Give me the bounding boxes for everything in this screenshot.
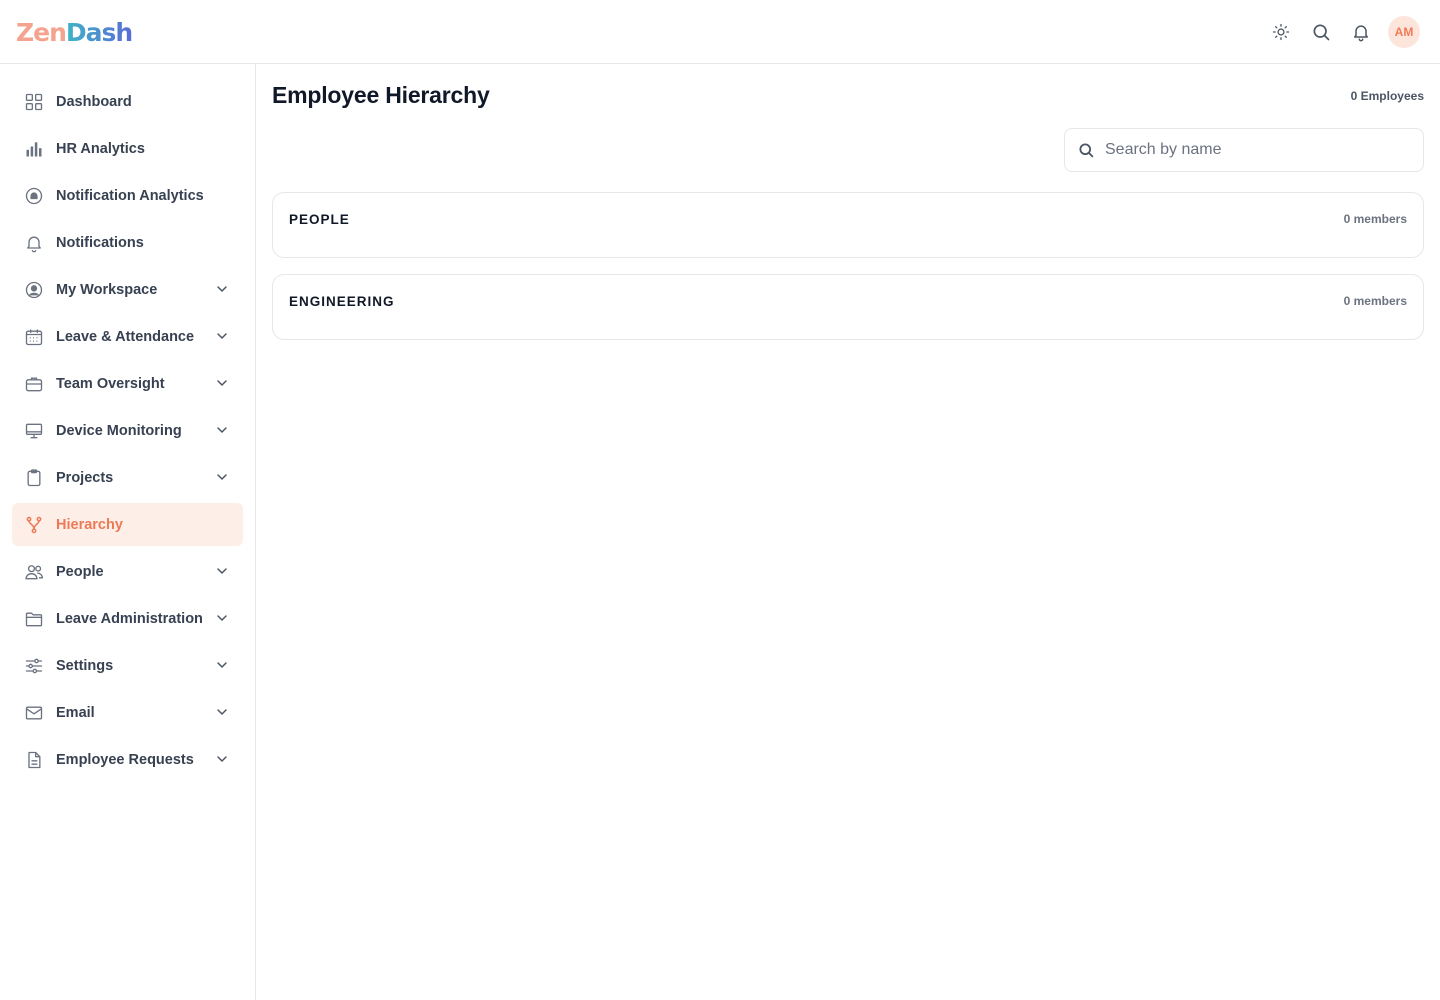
search-input[interactable] bbox=[1105, 141, 1405, 159]
sidebar-item-label: Employee Requests bbox=[56, 751, 194, 768]
document-icon bbox=[24, 750, 44, 770]
top-bar: Zen Dash AM bbox=[0, 0, 1440, 64]
sidebar-item-label: People bbox=[56, 563, 104, 580]
sidebar-item-label: Leave Administration bbox=[56, 610, 203, 627]
user-circle-icon bbox=[24, 280, 44, 300]
group-member-count: 0 members bbox=[1343, 212, 1407, 226]
hierarchy-icon bbox=[24, 515, 44, 535]
chevron-down-icon[interactable] bbox=[213, 562, 231, 580]
sidebar-item-leave-attendance[interactable]: Leave & Attendance bbox=[12, 315, 243, 358]
user-avatar[interactable]: AM bbox=[1388, 16, 1420, 48]
main-content: Employee Hierarchy 0 Employees PEOPLE 0 … bbox=[256, 64, 1440, 1000]
notification-analytics-icon bbox=[24, 186, 44, 206]
chevron-down-icon[interactable] bbox=[213, 421, 231, 439]
sidebar-item-label: Hierarchy bbox=[56, 516, 123, 533]
zendash-logo[interactable]: Zen Dash bbox=[16, 16, 133, 48]
page-title: Employee Hierarchy bbox=[272, 82, 490, 108]
sidebar-item-notification-analytics[interactable]: Notification Analytics bbox=[12, 174, 243, 217]
bell-icon bbox=[24, 233, 44, 253]
search-button[interactable] bbox=[1306, 17, 1336, 47]
sidebar-item-label: Team Oversight bbox=[56, 375, 165, 392]
sidebar-item-dashboard[interactable]: Dashboard bbox=[12, 80, 243, 123]
sidebar-item-label: Notification Analytics bbox=[56, 187, 204, 204]
sidebar-item-leave-administration[interactable]: Leave Administration bbox=[12, 597, 243, 640]
sidebar-item-projects[interactable]: Projects bbox=[12, 456, 243, 499]
chevron-down-icon[interactable] bbox=[213, 280, 231, 298]
chevron-down-icon[interactable] bbox=[213, 656, 231, 674]
chevron-down-icon[interactable] bbox=[213, 609, 231, 627]
users-icon bbox=[24, 562, 44, 582]
sidebar-item-label: My Workspace bbox=[56, 281, 158, 298]
sun-icon bbox=[1272, 23, 1290, 41]
sidebar-item-label: Projects bbox=[56, 469, 114, 486]
sidebar-item-hierarchy[interactable]: Hierarchy bbox=[12, 503, 243, 546]
sidebar-item-label: Leave & Attendance bbox=[56, 328, 195, 345]
sidebar-item-label: HR Analytics bbox=[56, 140, 145, 157]
search-box[interactable] bbox=[1064, 128, 1424, 172]
chevron-down-icon[interactable] bbox=[213, 750, 231, 768]
briefcase-icon bbox=[24, 374, 44, 394]
sidebar-item-hr-analytics[interactable]: HR Analytics bbox=[12, 127, 243, 170]
logo-text-part2: Dash bbox=[65, 17, 133, 47]
sidebar-item-label: Settings bbox=[56, 657, 114, 674]
group-name: ENGINEERING bbox=[289, 294, 395, 309]
notifications-button[interactable] bbox=[1346, 17, 1376, 47]
search-icon bbox=[1313, 24, 1330, 41]
group-name: PEOPLE bbox=[289, 212, 350, 227]
sidebar-item-device-monitoring[interactable]: Device Monitoring bbox=[12, 409, 243, 452]
sidebar-item-label: Device Monitoring bbox=[56, 422, 182, 439]
sidebar: Dashboard HR Analytics Notification Anal… bbox=[0, 64, 256, 1000]
group-member-count: 0 members bbox=[1343, 294, 1407, 308]
sidebar-item-label: Email bbox=[56, 704, 95, 721]
search-icon bbox=[1077, 141, 1095, 159]
sliders-icon bbox=[24, 656, 44, 676]
chevron-down-icon[interactable] bbox=[213, 374, 231, 392]
sidebar-item-label: Notifications bbox=[56, 234, 144, 251]
monitor-icon bbox=[24, 421, 44, 441]
sidebar-item-notifications[interactable]: Notifications bbox=[12, 221, 243, 264]
theme-toggle-button[interactable] bbox=[1266, 17, 1296, 47]
group-card-engineering[interactable]: ENGINEERING 0 members bbox=[272, 274, 1424, 340]
sidebar-item-team-oversight[interactable]: Team Oversight bbox=[12, 362, 243, 405]
bell-icon bbox=[1354, 25, 1368, 42]
sidebar-item-settings[interactable]: Settings bbox=[12, 644, 243, 687]
bar-chart-icon bbox=[24, 139, 44, 159]
calendar-icon bbox=[24, 327, 44, 347]
sidebar-item-label: Dashboard bbox=[56, 93, 132, 110]
mail-icon bbox=[24, 703, 44, 723]
top-actions: AM bbox=[1266, 16, 1420, 48]
employee-count: 0 Employees bbox=[1350, 89, 1424, 103]
grid-icon bbox=[24, 92, 44, 112]
sidebar-item-employee-requests[interactable]: Employee Requests bbox=[12, 738, 243, 781]
logo-text-part1: Zen bbox=[16, 17, 67, 47]
chevron-down-icon[interactable] bbox=[213, 327, 231, 345]
sidebar-item-my-workspace[interactable]: My Workspace bbox=[12, 268, 243, 311]
chevron-down-icon[interactable] bbox=[213, 468, 231, 486]
clipboard-icon bbox=[24, 468, 44, 488]
group-card-people[interactable]: PEOPLE 0 members bbox=[272, 192, 1424, 258]
sidebar-item-email[interactable]: Email bbox=[12, 691, 243, 734]
folder-icon bbox=[24, 609, 44, 629]
sidebar-item-people[interactable]: People bbox=[12, 550, 243, 593]
chevron-down-icon[interactable] bbox=[213, 703, 231, 721]
